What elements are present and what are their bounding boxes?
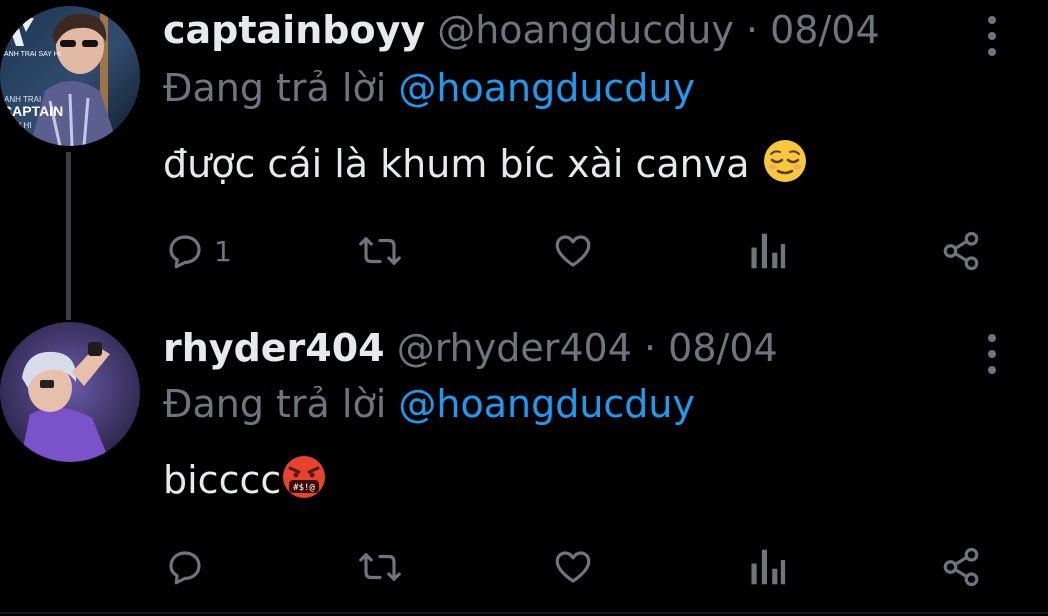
share-icon bbox=[943, 231, 979, 271]
tweet-divider bbox=[0, 612, 1048, 614]
tweet-text: được cái là khum bíc xài canva bbox=[163, 138, 808, 195]
avatar-label-sub: SAY HI bbox=[6, 121, 32, 130]
tweet-header: captainboyy @hoangducduy · 08/04 bbox=[163, 8, 880, 52]
relieved-face-icon bbox=[762, 138, 808, 195]
face-with-symbols-on-mouth-icon: #$!@ bbox=[281, 454, 327, 511]
views-icon bbox=[751, 549, 786, 585]
reply-button[interactable]: 1 bbox=[164, 226, 232, 276]
replying-mention[interactable]: @hoangducduy bbox=[398, 382, 695, 426]
retweet-button[interactable] bbox=[356, 226, 404, 276]
like-button[interactable] bbox=[552, 542, 594, 592]
share-button[interactable] bbox=[940, 226, 982, 276]
replying-mention[interactable]: @hoangducduy bbox=[398, 66, 695, 110]
header-separator: · bbox=[643, 326, 657, 370]
share-button[interactable] bbox=[940, 542, 982, 592]
replying-to: Đang trả lời @hoangducduy bbox=[163, 382, 695, 426]
avatar-label-main: CAPTAIN bbox=[2, 103, 63, 119]
like-icon bbox=[555, 551, 591, 583]
reply-button[interactable] bbox=[164, 542, 206, 592]
user-handle[interactable]: @rhyder404 bbox=[397, 326, 632, 370]
views-button[interactable] bbox=[748, 542, 786, 592]
tweet-rhyder404[interactable]: rhyder404 @rhyder404 · 08/04 Đang trả lờ… bbox=[0, 320, 1048, 612]
tweet-actions: 1 bbox=[0, 226, 1048, 276]
retweet-icon bbox=[359, 237, 401, 265]
user-handle[interactable]: @hoangducduy bbox=[437, 8, 734, 52]
like-icon bbox=[555, 235, 591, 267]
tweet-text-content: bicccc bbox=[163, 458, 282, 502]
retweet-button[interactable] bbox=[356, 542, 404, 592]
avatar-label-top: ANH TRAI SAY HI bbox=[4, 51, 61, 58]
views-button[interactable] bbox=[748, 226, 786, 276]
tweet-text-content: được cái là khum bíc xài canva bbox=[163, 142, 750, 186]
replying-prefix: Đang trả lời bbox=[163, 382, 387, 426]
like-button[interactable] bbox=[552, 226, 594, 276]
avatar-rhyder404[interactable] bbox=[0, 322, 140, 462]
more-icon[interactable] bbox=[976, 16, 1008, 56]
retweet-icon bbox=[359, 553, 401, 581]
reply-icon bbox=[169, 551, 201, 585]
tweet-header: rhyder404 @rhyder404 · 08/04 bbox=[163, 326, 778, 370]
display-name[interactable]: rhyder404 bbox=[163, 326, 385, 370]
tweet-text: bicccc #$!@ bbox=[163, 454, 327, 511]
header-separator: · bbox=[745, 8, 759, 52]
replying-prefix: Đang trả lời bbox=[163, 66, 387, 110]
emoji-symbols: #$!@ bbox=[293, 483, 315, 493]
display-name[interactable]: captainboyy bbox=[163, 8, 425, 52]
more-icon[interactable] bbox=[976, 334, 1008, 374]
tweet-date[interactable]: 08/04 bbox=[770, 8, 880, 52]
reply-count: 1 bbox=[214, 234, 232, 268]
share-icon bbox=[943, 547, 979, 587]
avatar-captainboyy[interactable]: ANH TRAI SAY HI ANH TRAI CAPTAIN SAY HI bbox=[0, 6, 140, 146]
views-icon bbox=[751, 233, 786, 269]
tweet-date[interactable]: 08/04 bbox=[668, 326, 778, 370]
tweet-captainboyy[interactable]: ANH TRAI SAY HI ANH TRAI CAPTAIN SAY HI … bbox=[0, 0, 1048, 320]
tweet-actions bbox=[0, 542, 1048, 592]
reply-icon bbox=[169, 235, 201, 269]
replying-to: Đang trả lời @hoangducduy bbox=[163, 66, 695, 110]
